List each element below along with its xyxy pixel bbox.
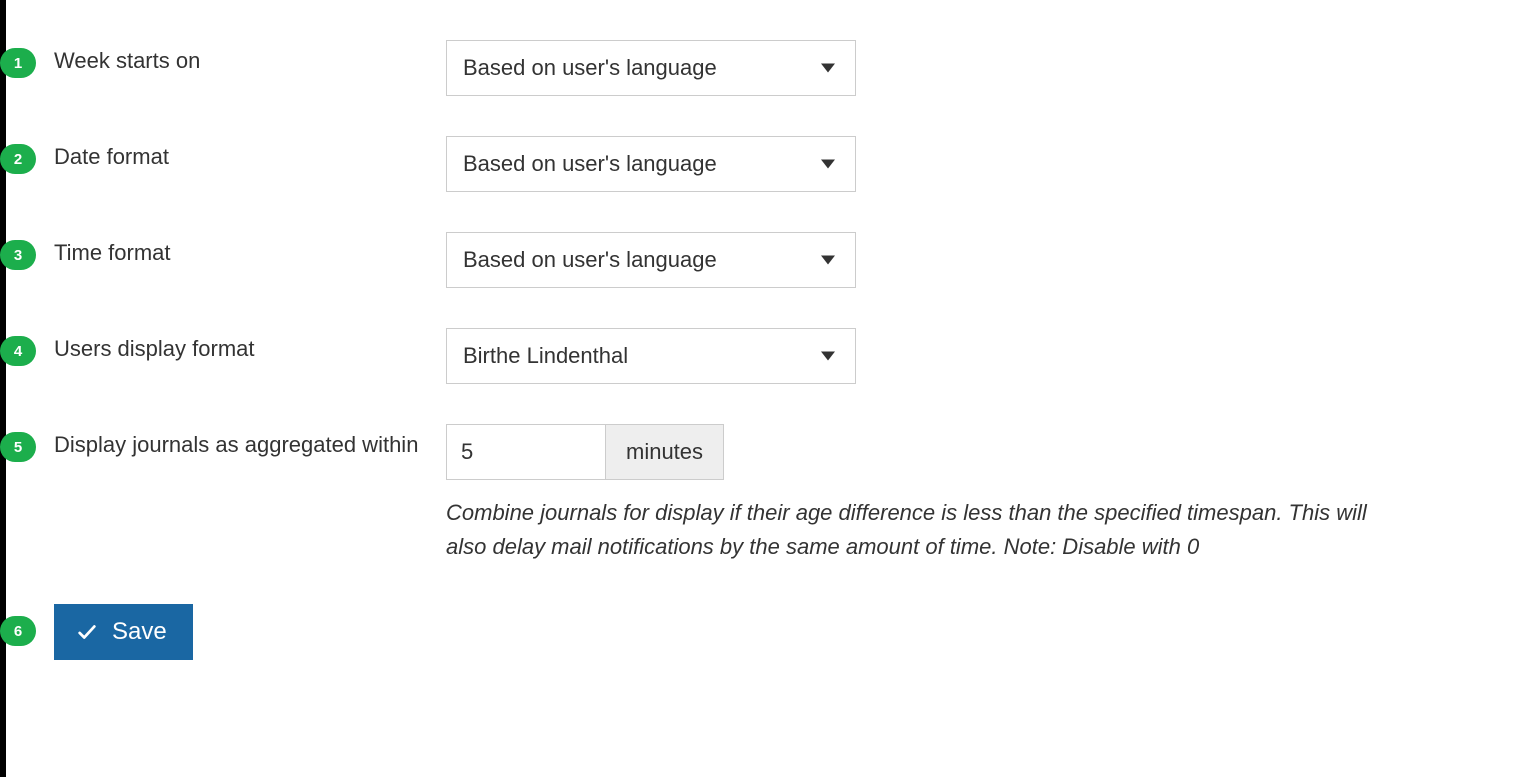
step-badge-2: 2	[0, 144, 36, 174]
journals-aggregated-input[interactable]	[446, 424, 606, 480]
step-badge-6: 6	[0, 616, 36, 646]
date-format-label: Date format	[54, 144, 169, 169]
step-badge-3: 3	[0, 240, 36, 270]
check-icon	[76, 621, 98, 643]
time-format-value: Based on user's language	[463, 247, 717, 273]
journals-aggregated-unit: minutes	[606, 424, 724, 480]
journals-aggregated-label: Display journals as aggregated within	[54, 432, 418, 457]
users-display-format-label: Users display format	[54, 336, 255, 361]
week-starts-value: Based on user's language	[463, 55, 717, 81]
caret-down-icon	[821, 64, 835, 73]
journals-aggregated-help: Combine journals for display if their ag…	[446, 496, 1406, 564]
caret-down-icon	[821, 256, 835, 265]
week-starts-select[interactable]: Based on user's language	[446, 40, 856, 96]
users-display-format-value: Birthe Lindenthal	[463, 343, 628, 369]
caret-down-icon	[821, 352, 835, 361]
save-button-label: Save	[112, 618, 167, 646]
time-format-label: Time format	[54, 240, 171, 265]
time-format-select[interactable]: Based on user's language	[446, 232, 856, 288]
date-format-select[interactable]: Based on user's language	[446, 136, 856, 192]
users-display-format-select[interactable]: Birthe Lindenthal	[446, 328, 856, 384]
step-badge-1: 1	[0, 48, 36, 78]
week-starts-label: Week starts on	[54, 48, 200, 73]
date-format-value: Based on user's language	[463, 151, 717, 177]
save-button[interactable]: Save	[54, 604, 193, 660]
step-badge-4: 4	[0, 336, 36, 366]
step-badge-5: 5	[0, 432, 36, 462]
caret-down-icon	[821, 160, 835, 169]
